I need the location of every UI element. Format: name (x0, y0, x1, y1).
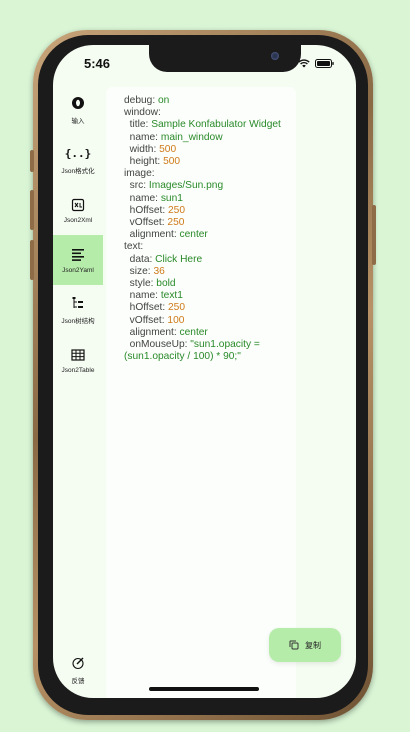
yaml-value: main_window (160, 131, 223, 143)
yaml-line: onMouseUp: "sun1.opacity = (124, 339, 299, 351)
sidebar-item-label: Json树结构 (61, 318, 95, 325)
yaml-output[interactable]: debug: on window: title: Sample Konfabula… (124, 95, 299, 363)
sidebar: 输入 {..} Json格式化 Json2Xml Json2Yaml Json树… (53, 85, 103, 698)
yaml-line: data: Click Here (124, 254, 299, 266)
feedback-pen-icon (71, 655, 85, 671)
yaml-line: width: 500 (124, 144, 299, 156)
sidebar-item-json2yaml[interactable]: Json2Yaml (53, 235, 103, 285)
lines-icon (71, 247, 85, 263)
yaml-key: src: (129, 180, 149, 192)
tree-icon (71, 295, 85, 311)
yaml-value: (sun1.opacity / 100) * 90;" (124, 351, 241, 363)
power-button (372, 205, 376, 265)
yaml-value: 36 (153, 265, 165, 277)
yaml-value: Sample Konfabulator Widget (151, 119, 281, 131)
yaml-key: hOffset: (129, 204, 168, 216)
copy-button[interactable]: 复制 (269, 628, 341, 662)
volume-down-button (30, 240, 34, 280)
yaml-key: vOffset: (129, 217, 168, 229)
yaml-value: sun1 (160, 192, 183, 204)
xml-file-icon (71, 197, 85, 213)
copy-button-label: 复制 (305, 640, 321, 650)
input-circle-icon (71, 95, 85, 111)
yaml-value: 250 (168, 302, 185, 314)
sidebar-item-json2xml[interactable]: Json2Xml (53, 185, 103, 235)
yaml-key: alignment: (129, 326, 180, 338)
yaml-key: size: (129, 265, 154, 277)
yaml-line: window: (124, 107, 299, 119)
yaml-value: center (179, 229, 208, 241)
status-icons (298, 59, 334, 68)
yaml-line: vOffset: 100 (124, 315, 299, 327)
yaml-line: alignment: center (124, 229, 299, 241)
volume-up-button (30, 190, 34, 230)
yaml-key: data: (129, 253, 156, 265)
yaml-key: vOffset: (129, 314, 168, 326)
yaml-key: alignment: (129, 229, 180, 241)
app-screen: 5:46 输入 {..} Json格式化 Json2Xml Json2Yaml … (53, 45, 356, 698)
yaml-line: height: 500 (124, 156, 299, 168)
notch (149, 45, 301, 72)
yaml-value: 250 (168, 204, 185, 216)
yaml-key: hOffset: (129, 302, 168, 314)
yaml-value: center (179, 326, 208, 338)
yaml-line: src: Images/Sun.png (124, 180, 299, 192)
yaml-line: style: bold (124, 278, 299, 290)
sidebar-item-label: Json格式化 (61, 168, 95, 175)
yaml-line: title: Sample Konfabulator Widget (124, 119, 299, 131)
yaml-line: vOffset: 250 (124, 217, 299, 229)
braces-icon: {..} (64, 146, 92, 160)
yaml-line: debug: on (124, 95, 299, 107)
battery-icon (315, 59, 334, 68)
yaml-value: 100 (167, 314, 185, 326)
sidebar-item-json2table[interactable]: Json2Table (53, 335, 103, 385)
yaml-value: on (158, 95, 170, 106)
yaml-line: image: (124, 168, 299, 180)
status-time: 5:46 (84, 56, 111, 71)
yaml-line: name: sun1 (124, 193, 299, 205)
yaml-key: name: (129, 290, 161, 302)
yaml-line: name: main_window (124, 132, 299, 144)
copy-icon (289, 640, 299, 650)
sidebar-item-json-format[interactable]: {..} Json格式化 (53, 135, 103, 185)
yaml-key: name: (129, 131, 161, 143)
yaml-line: size: 36 (124, 266, 299, 278)
home-indicator (149, 687, 259, 691)
sidebar-item-input[interactable]: 输入 (53, 85, 103, 135)
table-icon (71, 347, 85, 363)
yaml-key: width: (129, 143, 160, 155)
sidebar-item-json-tree[interactable]: Json树结构 (53, 285, 103, 335)
yaml-key: style: (129, 278, 157, 290)
yaml-line: name: text1 (124, 290, 299, 302)
yaml-value: 500 (159, 143, 177, 155)
sidebar-item-label: 输入 (71, 118, 85, 125)
yaml-key: title: (129, 119, 152, 131)
yaml-value: "sun1.opacity = (190, 339, 260, 351)
yaml-line: hOffset: 250 (124, 205, 299, 217)
yaml-value: Click Here (155, 253, 203, 265)
yaml-line: (sun1.opacity / 100) * 90;" (124, 351, 299, 363)
yaml-line: alignment: center (124, 327, 299, 339)
yaml-key: window: (124, 107, 161, 119)
yaml-value: Images/Sun.png (148, 180, 224, 192)
sidebar-item-label: Json2Xml (63, 216, 93, 224)
yaml-value: 500 (163, 156, 181, 168)
sidebar-item-label: Json2Table (61, 366, 95, 374)
sidebar-item-feedback[interactable]: 反馈 (53, 645, 103, 695)
yaml-line: hOffset: 250 (124, 302, 299, 314)
yaml-line: text: (124, 241, 299, 253)
mute-switch (30, 150, 34, 172)
yaml-key: debug: (124, 95, 158, 106)
yaml-key: image: (124, 168, 155, 180)
camera-icon (271, 52, 279, 60)
yaml-key: onMouseUp: (129, 339, 191, 351)
yaml-value: 250 (167, 217, 185, 229)
yaml-key: name: (129, 192, 161, 204)
yaml-value: text1 (160, 290, 183, 302)
yaml-key: text: (124, 241, 144, 253)
feedback-label: 反馈 (71, 678, 85, 685)
yaml-value: bold (156, 278, 176, 290)
yaml-key: height: (129, 156, 164, 168)
sidebar-item-label: Json2Yaml (62, 266, 94, 274)
